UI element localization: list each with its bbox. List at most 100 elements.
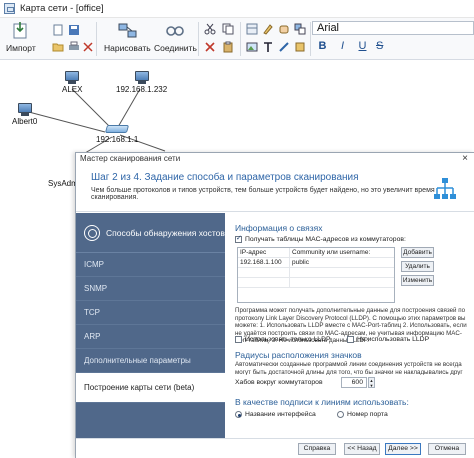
checkbox-checked-icon bbox=[235, 234, 242, 243]
ribbon-separator bbox=[198, 22, 199, 56]
help-button[interactable]: Справка bbox=[298, 443, 336, 455]
column-header-ip: IP-адрес bbox=[238, 248, 290, 257]
save-icon[interactable] bbox=[68, 24, 80, 36]
import-button[interactable]: Импорт bbox=[6, 21, 36, 53]
close-map-icon[interactable] bbox=[82, 41, 94, 53]
font-name-field[interactable]: Arial bbox=[312, 21, 474, 35]
network-topology-icon bbox=[434, 178, 456, 199]
node-label: Albert0 bbox=[12, 117, 38, 126]
cell-empty bbox=[238, 278, 290, 287]
map-canvas[interactable]: ALEX 192.168.1.232 Albert0 192.168.1.1 S… bbox=[0, 61, 474, 188]
map-node[interactable]: Albert0 bbox=[12, 103, 37, 126]
sidebar-item-tcp[interactable]: TCP bbox=[76, 301, 225, 325]
ribbon-separator bbox=[96, 22, 97, 56]
sidebar-item-snmp[interactable]: SNMP bbox=[76, 277, 225, 301]
use-lldp-only-label: Использовать только LLDP bbox=[245, 336, 331, 343]
table-header-row: IP-адрес Community или username: bbox=[238, 248, 394, 258]
ribbon-separator bbox=[240, 22, 241, 56]
back-button[interactable]: << Назад bbox=[344, 443, 380, 455]
table-row-empty bbox=[238, 278, 394, 288]
hand-icon[interactable] bbox=[278, 23, 290, 35]
checkbox-icon bbox=[235, 336, 242, 343]
edit-switch-button[interactable]: Изменить bbox=[401, 275, 434, 286]
draw-icon bbox=[118, 23, 137, 38]
add-switch-button[interactable]: Добавить bbox=[401, 247, 434, 258]
open-folder-icon[interactable] bbox=[52, 41, 64, 53]
caption-section-title: В качестве подписи к линиям использовать… bbox=[235, 397, 409, 407]
mac-table-checkbox[interactable]: Получать таблицы MAC-адресов из коммутат… bbox=[235, 234, 406, 243]
cell-ip: 192.168.1.100 bbox=[238, 258, 290, 267]
computer-icon bbox=[134, 71, 149, 81]
underline-button[interactable]: U bbox=[356, 40, 369, 52]
cell-empty bbox=[238, 268, 290, 277]
strike-button[interactable]: S bbox=[376, 40, 383, 52]
import-label: Импорт bbox=[6, 43, 36, 53]
radio-icon bbox=[337, 411, 344, 418]
hub-radius-spinner[interactable]: ▲ ▼ bbox=[368, 377, 375, 388]
new-file-icon[interactable] bbox=[52, 24, 64, 36]
close-icon[interactable]: × bbox=[462, 153, 468, 165]
computer-stand bbox=[137, 81, 146, 84]
discovery-methods-sidebar: Способы обнаружения хостов ICMP SNMP TCP… bbox=[76, 213, 225, 438]
delete-icon[interactable] bbox=[204, 41, 216, 53]
caption-interface-radio[interactable]: Название интерфейса bbox=[235, 411, 316, 418]
cut-icon[interactable] bbox=[204, 23, 216, 35]
app-titlebar: Карта сети - [office] bbox=[0, 0, 474, 18]
draw-button[interactable]: Нарисовать bbox=[104, 21, 151, 53]
image-icon[interactable] bbox=[246, 41, 258, 53]
wizard-footer: Справка << Назад Далее >> Отмена bbox=[76, 438, 474, 458]
computer-icon bbox=[65, 71, 80, 81]
paste-icon[interactable] bbox=[222, 41, 234, 53]
column-header-community: Community или username: bbox=[292, 249, 371, 256]
copy-icon[interactable] bbox=[222, 23, 234, 35]
next-button[interactable]: Далее >> bbox=[385, 443, 421, 455]
step-description: Чем больше протоколов и типов устройств,… bbox=[91, 187, 435, 201]
italic-button[interactable]: I bbox=[336, 40, 349, 52]
line-color-icon[interactable] bbox=[278, 41, 290, 53]
map-node[interactable]: SysAdm bbox=[48, 179, 78, 188]
computer-stand bbox=[68, 81, 77, 84]
draw-label: Нарисовать bbox=[104, 43, 151, 53]
switch-table[interactable]: IP-адрес Community или username: 192.168… bbox=[237, 247, 395, 303]
radio-selected-icon bbox=[235, 411, 242, 418]
node-label: 192.168.1.232 bbox=[116, 85, 168, 94]
fill-color-icon[interactable] bbox=[294, 41, 306, 53]
hub-radius-input[interactable]: 600 bbox=[341, 377, 367, 388]
computer-icon bbox=[17, 103, 32, 113]
computer-stand bbox=[20, 113, 29, 116]
properties-icon[interactable] bbox=[262, 23, 274, 35]
sidebar-item-icmp[interactable]: ICMP bbox=[76, 253, 225, 277]
step-title: Шаг 2 из 4. Задание способа и параметров… bbox=[91, 172, 359, 183]
layout-icon[interactable] bbox=[246, 23, 258, 35]
table-row-empty bbox=[238, 268, 394, 278]
bold-button[interactable]: B bbox=[316, 40, 329, 52]
cell-community: public bbox=[292, 259, 309, 266]
arrange-icon[interactable] bbox=[294, 23, 306, 35]
sidebar-item-advanced[interactable]: Дополнительные параметры bbox=[76, 349, 225, 373]
map-node[interactable]: 192.168.1.232 bbox=[116, 71, 167, 94]
hub-radius-label: Хабов вокруг коммутаторов bbox=[235, 379, 323, 386]
text-tool-icon[interactable] bbox=[262, 41, 274, 53]
connect-icon bbox=[166, 26, 185, 36]
import-icon bbox=[13, 22, 27, 39]
node-label: ALEX bbox=[62, 85, 83, 94]
caption-interface-label: Название интерфейса bbox=[245, 411, 316, 418]
wizard-window-title: Мастер сканирования сети bbox=[76, 153, 474, 165]
radius-section-title: Радиусы расположения значков bbox=[235, 350, 362, 360]
map-node[interactable]: ALEX bbox=[62, 71, 82, 94]
cancel-button[interactable]: Отмена bbox=[428, 443, 466, 455]
table-row[interactable]: 192.168.1.100 public bbox=[238, 258, 394, 268]
discovery-icon bbox=[84, 224, 100, 241]
sidebar-item-arp[interactable]: ARP bbox=[76, 325, 225, 349]
node-label: SysAdm bbox=[48, 179, 78, 188]
use-lldp-only-checkbox[interactable]: Использовать только LLDP bbox=[235, 336, 331, 343]
ribbon-separator bbox=[310, 22, 311, 56]
print-icon[interactable] bbox=[68, 41, 80, 53]
wizard-header: Шаг 2 из 4. Задание способа и параметров… bbox=[76, 165, 474, 212]
sidebar-item-map-building[interactable]: Построение карты сети (beta) bbox=[76, 373, 225, 403]
connect-button[interactable]: Соединить bbox=[154, 21, 197, 53]
map-node[interactable]: 192.168.1.1 bbox=[96, 125, 138, 144]
delete-switch-button[interactable]: Удалить bbox=[401, 261, 434, 272]
no-lldp-checkbox[interactable]: Не использовать LLDP bbox=[347, 336, 429, 343]
caption-port-radio[interactable]: Номер порта bbox=[337, 411, 388, 418]
